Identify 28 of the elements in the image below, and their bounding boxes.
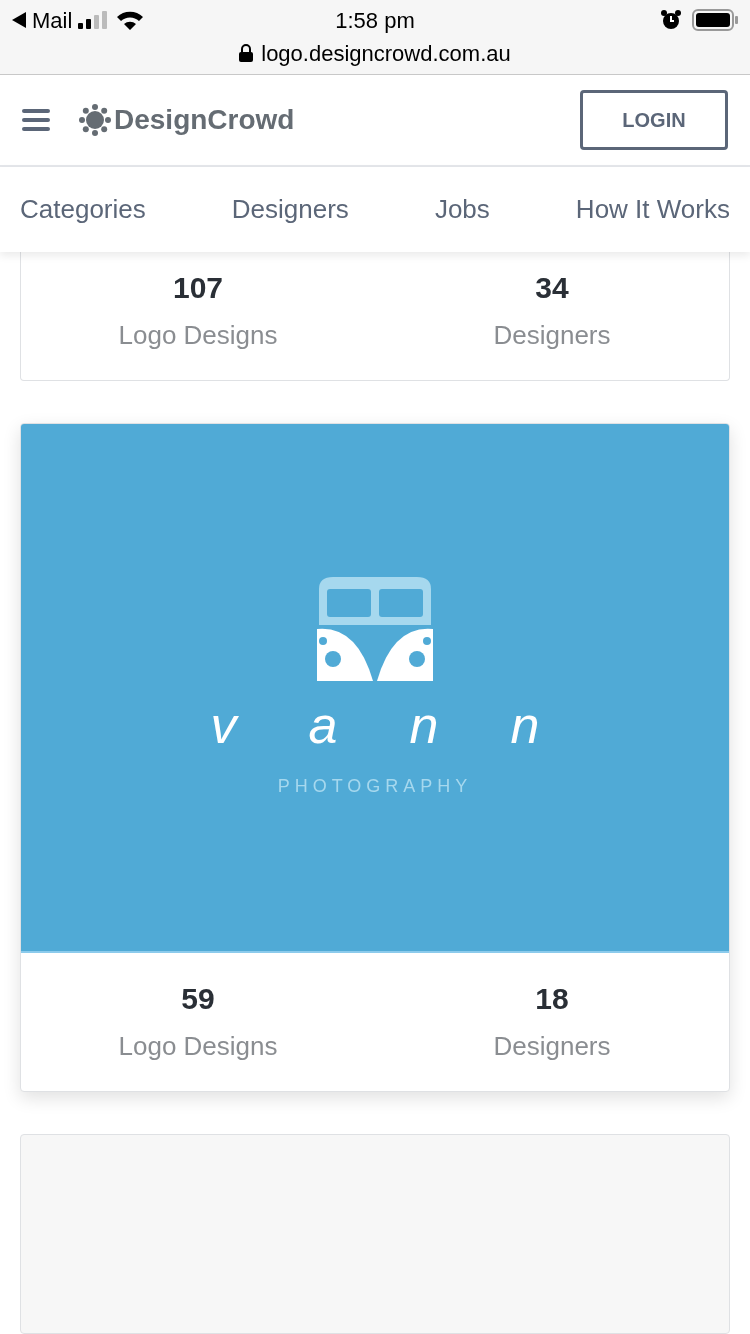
logo-tagline: PHOTOGRAPHY — [277, 775, 473, 798]
back-app-link[interactable]: Mail — [32, 3, 73, 37]
stat-value: 34 — [535, 270, 569, 306]
van-icon — [317, 575, 433, 683]
clock-time: 1:58 pm — [334, 6, 416, 35]
login-button[interactable]: LOGIN — [580, 89, 728, 150]
nav-link[interactable]: Categories — [20, 190, 146, 230]
battery-icon — [692, 9, 738, 31]
stat-value: 18 — [535, 981, 569, 1017]
nav-link[interactable]: Designers — [231, 190, 349, 230]
lock-icon — [239, 44, 254, 62]
logo-wordmark: vann — [210, 695, 612, 756]
nav-link[interactable]: How It Works — [575, 190, 730, 230]
menu-icon[interactable] — [22, 107, 50, 132]
stat-value: 107 — [172, 270, 224, 306]
brand-name[interactable]: DesignCrowd — [114, 98, 295, 141]
stat-value: 59 — [181, 981, 215, 1017]
alarm-icon — [660, 9, 682, 31]
stat-label: Logo Designs — [118, 1030, 278, 1063]
back-icon[interactable] — [12, 12, 26, 28]
stat-label: Logo Designs — [118, 319, 278, 352]
nav-link[interactable]: Jobs — [434, 190, 490, 230]
stat-label: Designers — [493, 319, 611, 352]
url-text[interactable]: logo.designcrowd.com.au — [261, 36, 511, 70]
burst-icon — [78, 102, 112, 137]
design-card[interactable]: vann PHOTOGRAPHY 59 Logo Designs 18 Designers — [20, 423, 730, 1092]
wifi-icon — [116, 10, 145, 30]
stat-label: Designers — [493, 1030, 611, 1063]
